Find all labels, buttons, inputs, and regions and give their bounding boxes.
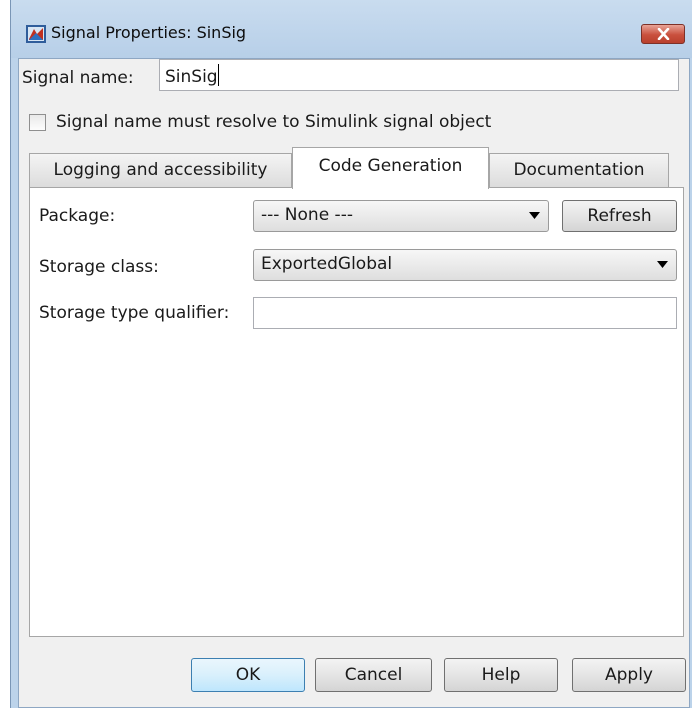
package-value: --- None --- <box>261 205 353 225</box>
refresh-button-label: Refresh <box>587 206 652 226</box>
window-title: Signal Properties: SinSig <box>51 23 247 42</box>
dropdown-arrow-icon <box>529 212 540 219</box>
title-bar[interactable]: Signal Properties: SinSig <box>11 0 692 58</box>
resolve-checkbox-label[interactable]: Signal name must resolve to Simulink sig… <box>56 112 491 132</box>
storage-class-label: Storage class: <box>39 257 159 277</box>
tab-label: Code Generation <box>318 156 463 176</box>
tab-documentation[interactable]: Documentation <box>489 153 669 187</box>
ok-button-label: OK <box>235 665 261 685</box>
close-icon <box>657 28 670 40</box>
tab-logging-and-accessibility[interactable]: Logging and accessibility <box>29 153 292 187</box>
tab-code-generation[interactable]: Code Generation <box>292 147 489 189</box>
refresh-button[interactable]: Refresh <box>562 200 677 232</box>
storage-type-qualifier-label: Storage type qualifier: <box>39 303 230 323</box>
package-dropdown[interactable]: --- None --- <box>253 200 549 232</box>
package-label: Package: <box>39 206 116 226</box>
tab-label: Documentation <box>513 160 645 180</box>
storage-class-value: ExportedGlobal <box>261 254 393 274</box>
cancel-button[interactable]: Cancel <box>315 658 432 692</box>
tab-label: Logging and accessibility <box>53 160 268 180</box>
ok-button[interactable]: OK <box>191 658 305 692</box>
dropdown-arrow-icon <box>657 261 668 268</box>
storage-type-qualifier-field[interactable] <box>253 297 677 329</box>
apply-button-label: Apply <box>605 665 653 685</box>
apply-button[interactable]: Apply <box>572 658 686 692</box>
dialog-body: Signal name: SinSig Signal name must res… <box>18 58 690 708</box>
signal-name-field[interactable]: SinSig <box>159 59 679 91</box>
close-button[interactable] <box>641 24 685 44</box>
signal-name-label: Signal name: <box>22 68 134 88</box>
simulink-icon <box>26 25 46 43</box>
storage-class-dropdown[interactable]: ExportedGlobal <box>253 249 677 281</box>
help-button-label: Help <box>481 665 521 685</box>
signal-name-value: SinSig <box>165 64 219 87</box>
dialog-window: Signal Properties: SinSig Signal name: S… <box>10 0 692 708</box>
cancel-button-label: Cancel <box>344 665 403 685</box>
resolve-checkbox[interactable] <box>29 114 46 131</box>
code-generation-panel: Package: --- None --- Refresh Storage cl… <box>29 187 684 637</box>
help-button[interactable]: Help <box>444 658 558 692</box>
text-caret <box>217 64 219 86</box>
